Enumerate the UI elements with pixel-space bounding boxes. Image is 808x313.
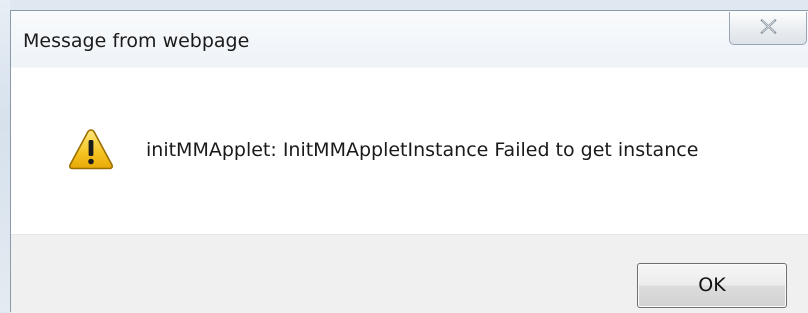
dialog-footer: OK [11, 234, 808, 313]
dialog-content: initMMApplet: InitMMAppletInstance Faile… [11, 68, 808, 234]
dialog-title: Message from webpage [23, 30, 250, 52]
desktop-background [0, 0, 10, 312]
dialog-titlebar[interactable]: Message from webpage [11, 11, 808, 67]
message-dialog: Message from webpage initMMApplet: InitM… [10, 10, 808, 313]
close-icon [760, 19, 777, 34]
warning-icon [68, 129, 114, 170]
dialog-message: initMMApplet: InitMMAppletInstance Faile… [146, 139, 699, 161]
ok-button[interactable]: OK [637, 263, 787, 308]
close-button[interactable] [729, 12, 807, 45]
